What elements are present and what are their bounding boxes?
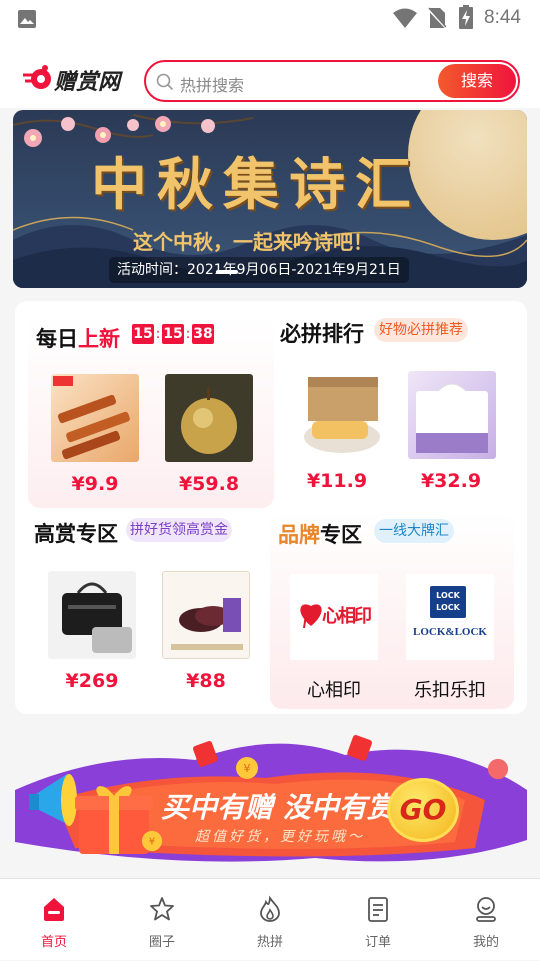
- banner-subtitle: 这个中秋，一起来吟诗吧！: [133, 230, 373, 254]
- product-image-bread[interactable]: [298, 371, 386, 459]
- brand-name: 心相印: [307, 680, 361, 701]
- high-reward-card[interactable]: 高赏专区 拼好货领高赏金 ¥269 ¥88: [28, 511, 274, 701]
- promo-headline: 买中有赠 没中有赏: [161, 791, 395, 824]
- coin-icon: ¥: [236, 757, 258, 779]
- bottom-tab-bar: 首页 圈子 热拼 订单 我的: [0, 878, 540, 960]
- product-price: ¥269: [65, 670, 119, 692]
- tab-label: 圈子: [148, 935, 175, 950]
- tab-circle[interactable]: 圈子: [108, 879, 216, 961]
- product-image-snack[interactable]: [51, 374, 139, 462]
- app-header: 赠赏网 热拼搜索 搜索: [0, 36, 540, 108]
- no-sim-icon: [428, 7, 446, 29]
- battery-charging-icon: [459, 5, 473, 29]
- countdown-minutes: 15: [162, 324, 184, 344]
- must-group-card[interactable]: 必拼排行 好物必拼推荐 ¥11.9 ¥32.9: [274, 315, 520, 508]
- tab-home[interactable]: 首页: [0, 879, 108, 961]
- brand-logo-xinxiangyin[interactable]: 心相印: [290, 574, 378, 660]
- daily-new-card[interactable]: 每日上新 15:15:38 ¥9.9 ¥59.8: [28, 315, 274, 508]
- brand-logo-text: 心相印: [322, 606, 372, 627]
- product-price: ¥59.8: [178, 473, 240, 495]
- brand-zone-title-a: 品牌: [278, 523, 320, 547]
- flame-icon: [260, 895, 280, 922]
- tab-label: 我的: [472, 935, 499, 950]
- image-notification-icon: [18, 10, 36, 28]
- go-button-label: GO: [399, 793, 447, 826]
- locklock-badge-top: LOCK: [436, 591, 460, 600]
- brand-zone-title-b: 专区: [320, 523, 362, 547]
- logo-mark-icon: [23, 65, 51, 89]
- countdown-timer: 15:15:38: [132, 324, 214, 346]
- tab-label: 首页: [40, 935, 67, 950]
- logo-text: 赠赏网: [54, 70, 121, 95]
- app-logo[interactable]: 赠赏网: [20, 62, 135, 96]
- countdown-seconds: 38: [192, 324, 214, 344]
- tab-label: 订单: [364, 935, 391, 950]
- carousel-indicator: [216, 270, 238, 274]
- banner-date: 活动时间：2021年9月06日-2021年9月21日: [109, 257, 409, 283]
- locklock-wordmark: LOCK&LOCK: [413, 626, 487, 638]
- svg-text:¥: ¥: [149, 837, 155, 848]
- product-image-tissue[interactable]: [408, 371, 496, 459]
- search-bar[interactable]: 热拼搜索 搜索: [144, 60, 520, 102]
- countdown-sep: :: [185, 326, 191, 342]
- countdown-sep: :: [155, 326, 161, 342]
- tab-orders[interactable]: 订单: [324, 879, 432, 961]
- red-envelope-icon: [347, 735, 372, 761]
- product-price: ¥88: [186, 670, 226, 692]
- tab-hot[interactable]: 热拼: [216, 879, 324, 961]
- profile-icon: [476, 897, 496, 922]
- brand-zone-card[interactable]: 品牌专区 一线大牌汇 心相印 LOCK LOCK LOCK&LOCK 心相印 乐…: [270, 511, 514, 709]
- status-time: 8:44: [484, 7, 521, 28]
- high-reward-title: 高赏专区: [34, 522, 118, 546]
- product-image-pear[interactable]: [165, 374, 253, 462]
- tab-label: 热拼: [256, 935, 283, 950]
- search-button[interactable]: 搜索: [438, 64, 516, 98]
- brand-logo-locklock[interactable]: LOCK LOCK LOCK&LOCK: [406, 574, 494, 660]
- wifi-icon: [393, 8, 417, 28]
- svg-text:¥: ¥: [244, 762, 251, 775]
- product-price: ¥9.9: [71, 473, 119, 495]
- product-image-dates[interactable]: [162, 571, 250, 659]
- high-reward-tag: 拼好货领高赏金: [126, 518, 232, 542]
- daily-new-title: 每日上新: [36, 323, 120, 353]
- must-group-title: 必拼排行: [280, 322, 364, 346]
- must-group-tag: 好物必拼推荐: [374, 318, 468, 342]
- brand-name: 乐扣乐扣: [414, 680, 486, 701]
- promo-banner[interactable]: ¥ ¥ 买中有赠 没中有赏 超值好货，更好玩哦～ GO: [15, 730, 527, 870]
- locklock-badge: LOCK LOCK: [430, 586, 466, 618]
- countdown-hours: 15: [132, 324, 154, 344]
- search-input[interactable]: 热拼搜索: [180, 72, 244, 96]
- locklock-badge-mid: LOCK: [436, 603, 460, 612]
- daily-new-title-b: 上新: [78, 327, 120, 351]
- coin-icon: [487, 758, 509, 780]
- product-image-handbag[interactable]: [48, 571, 136, 659]
- order-icon: [368, 897, 388, 922]
- product-price: ¥11.9: [306, 470, 368, 492]
- mid-autumn-banner[interactable]: 中秋集诗汇 这个中秋，一起来吟诗吧！ 活动时间：2021年9月06日-2021年…: [13, 110, 527, 288]
- product-price: ¥32.9: [420, 470, 482, 492]
- star-icon: [150, 897, 174, 921]
- search-icon: [156, 73, 174, 91]
- banner-title: 中秋集诗汇: [91, 152, 421, 218]
- coin-icon: ¥: [141, 830, 163, 852]
- red-envelope-icon: [193, 741, 218, 767]
- home-icon: [44, 898, 64, 921]
- status-bar: 8:44: [0, 0, 540, 36]
- tab-profile[interactable]: 我的: [432, 879, 540, 961]
- feature-panel: 每日上新 15:15:38 ¥9.9 ¥59.8 必拼排行 好物必拼推荐 ¥11…: [15, 301, 527, 714]
- go-button[interactable]: GO: [387, 778, 459, 842]
- promo-subline: 超值好货，更好玩哦～: [195, 829, 365, 845]
- brand-zone-tag: 一线大牌汇: [374, 519, 454, 543]
- brand-zone-title: 品牌专区: [278, 519, 362, 549]
- heart-logo-icon: [300, 604, 322, 628]
- daily-new-title-a: 每日: [36, 327, 78, 351]
